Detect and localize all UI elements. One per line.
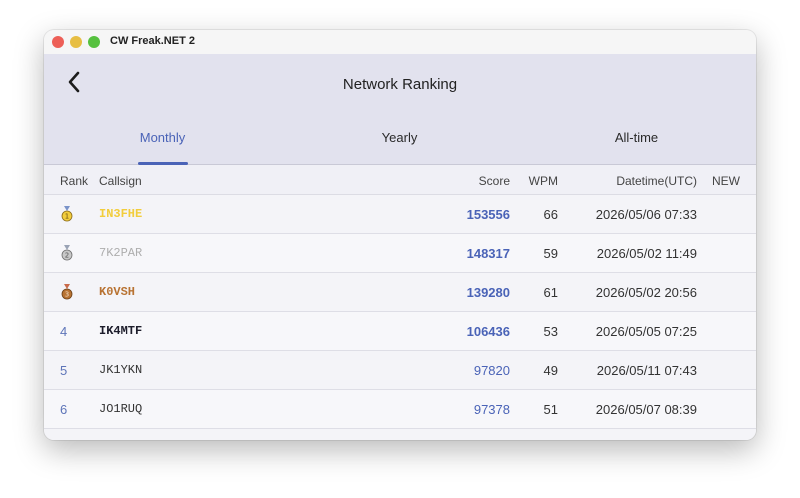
table-row[interactable]: 6 JO1RUQ 97378 51 2026/05/07 08:39	[44, 390, 756, 429]
datetime: 2026/05/07 08:39	[595, 402, 697, 417]
tab-yearly[interactable]: Yearly	[281, 130, 518, 164]
column-wpm: WPM	[528, 174, 558, 188]
wpm: 61	[543, 285, 558, 300]
datetime: 2026/05/02 20:56	[595, 285, 697, 300]
table-row[interactable]: 3 K0VSH 139280 61 2026/05/02 20:56	[44, 273, 756, 312]
column-callsign: Callsign	[99, 174, 142, 188]
wpm: 59	[543, 246, 558, 261]
wpm: 49	[543, 363, 558, 378]
column-rank: Rank	[60, 174, 89, 188]
minimize-window-button[interactable]	[70, 36, 82, 48]
tab-yearly-label: Yearly	[381, 130, 418, 145]
tab-all-time-label: All-time	[614, 130, 659, 145]
svg-text:1: 1	[65, 213, 69, 221]
callsign: K0VSH	[99, 285, 136, 299]
tab-monthly[interactable]: Monthly	[44, 130, 281, 165]
svg-text:2: 2	[65, 252, 69, 260]
column-score: Score	[478, 174, 510, 188]
datetime: 2026/05/11 07:43	[596, 363, 697, 378]
navigation-header: Network Ranking Monthly Yearly All-time	[44, 54, 756, 165]
callsign: IN3FHE	[99, 207, 143, 221]
rank-number: 6	[60, 402, 68, 417]
wpm: 53	[543, 324, 558, 339]
score: 139280	[466, 285, 510, 300]
rank-number: 4	[60, 324, 68, 339]
score: 97820	[473, 363, 510, 378]
datetime: 2026/05/02 11:49	[596, 246, 697, 261]
score: 97378	[473, 402, 510, 417]
table-row[interactable]: 1 IN3FHE 153556 66 2026/05/06 07:33	[44, 195, 756, 234]
ranking-list[interactable]: 1 IN3FHE 153556 66 2026/05/06 07:33 2 7K…	[44, 195, 756, 440]
table-row[interactable]: 5 JK1YKN 97820 49 2026/05/11 07:43	[44, 351, 756, 390]
callsign: JK1YKN	[99, 363, 143, 377]
page-title: Network Ranking	[342, 76, 458, 93]
table-row[interactable]: 2 7K2PAR 148317 59 2026/05/02 11:49	[44, 234, 756, 273]
wpm: 51	[543, 402, 558, 417]
score: 106436	[466, 324, 510, 339]
rank-number: 5	[60, 363, 68, 378]
table-header: Rank Callsign Score WPM Datetime(UTC) NE…	[44, 165, 756, 195]
tab-monthly-label: Monthly	[139, 130, 186, 145]
maximize-window-button[interactable]	[88, 36, 100, 48]
score: 148317	[466, 246, 510, 261]
callsign: 7K2PAR	[99, 246, 143, 260]
table-row-partial[interactable]	[44, 429, 756, 440]
tab-all-time[interactable]: All-time	[518, 130, 755, 164]
callsign: JO1RUQ	[99, 402, 143, 416]
column-datetime: Datetime(UTC)	[616, 174, 697, 188]
app-window: CW Freak.NET 2 Network Ranking Monthly Y…	[44, 30, 756, 440]
title-bar: CW Freak.NET 2	[44, 30, 756, 55]
bronze-medal-icon: 3	[61, 284, 73, 303]
callsign: IK4MTF	[99, 324, 143, 338]
gold-medal-icon: 1	[61, 206, 73, 225]
table-row[interactable]: 4 IK4MTF 106436 53 2026/05/05 07:25	[44, 312, 756, 351]
datetime: 2026/05/06 07:33	[595, 207, 697, 222]
svg-text:3: 3	[65, 291, 69, 299]
datetime: 2026/05/05 07:25	[595, 324, 697, 339]
score: 153556	[466, 207, 510, 222]
silver-medal-icon: 2	[61, 245, 73, 264]
column-new: NEW	[712, 174, 740, 188]
close-window-button[interactable]	[52, 36, 64, 48]
window-title: CW Freak.NET 2	[110, 35, 195, 47]
wpm: 66	[543, 207, 558, 222]
